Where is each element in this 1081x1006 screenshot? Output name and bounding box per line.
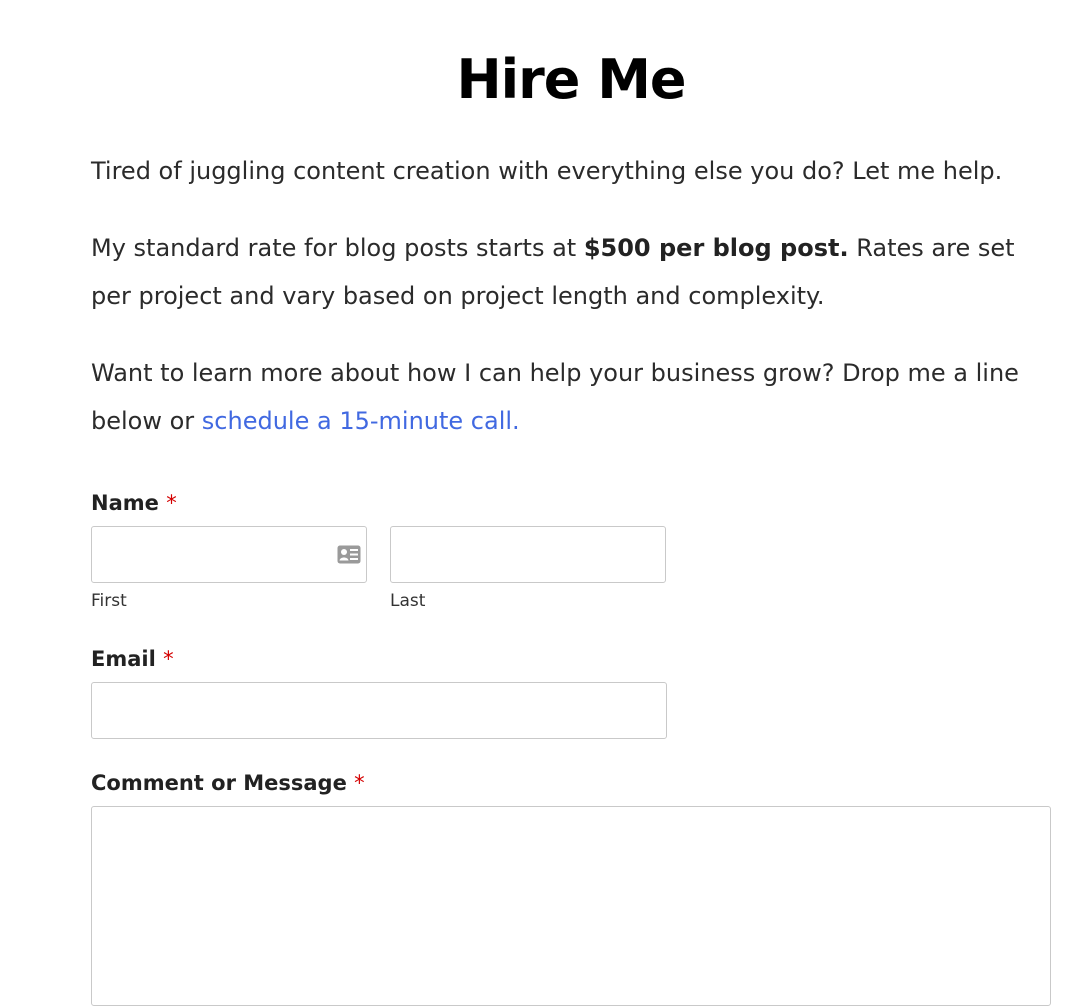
required-marker: * <box>163 647 174 671</box>
intro-paragraph: Tired of juggling content creation with … <box>91 157 1003 185</box>
email-label: Email * <box>91 645 174 673</box>
name-label: Name * <box>91 489 177 517</box>
message-textarea[interactable] <box>91 806 1051 1006</box>
last-name-sublabel: Last <box>390 591 426 611</box>
rate-highlight: $500 per blog post. <box>583 234 849 262</box>
required-marker: * <box>166 491 177 515</box>
rate-paragraph: My standard rate for blog posts starts a… <box>91 224 1051 320</box>
email-label-text: Email <box>91 647 156 671</box>
cta-paragraph: Want to learn more about how I can help … <box>91 349 1051 445</box>
contact-card-icon[interactable] <box>337 545 361 564</box>
message-label: Comment or Message * <box>91 769 365 797</box>
required-marker: * <box>354 771 365 795</box>
last-name-input[interactable] <box>390 526 666 583</box>
message-label-text: Comment or Message <box>91 771 347 795</box>
page-title: Hire Me <box>456 48 686 111</box>
email-input[interactable] <box>91 682 667 739</box>
name-label-text: Name <box>91 491 159 515</box>
rate-prefix: My standard rate for blog posts starts a… <box>91 234 584 262</box>
schedule-call-link[interactable]: schedule a 15-minute call. <box>202 407 520 435</box>
first-name-input[interactable] <box>91 526 367 583</box>
first-name-sublabel: First <box>91 591 127 611</box>
